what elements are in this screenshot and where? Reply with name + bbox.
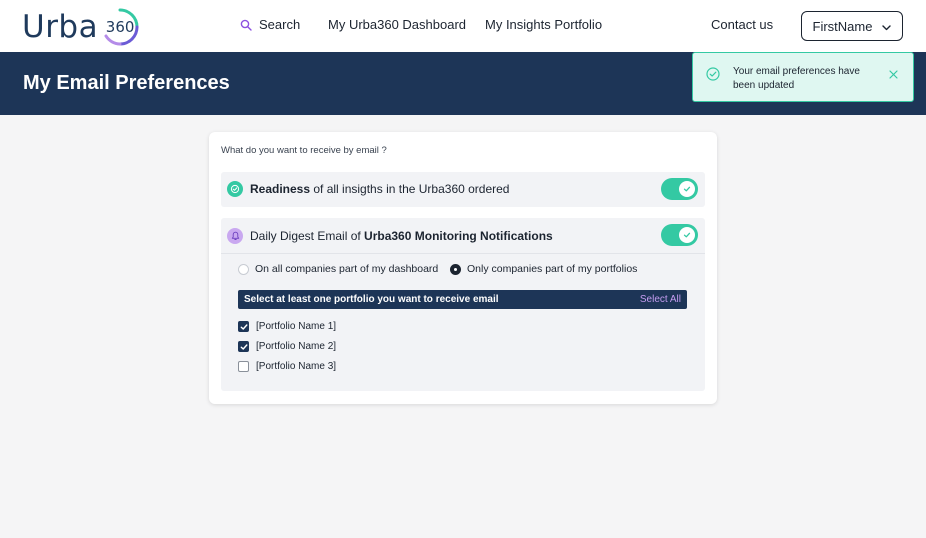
digest-label-prefix: Daily Digest Email of <box>250 229 365 243</box>
readiness-label: Readiness of all insigths in the Urba360… <box>250 182 509 196</box>
logo-ring: 360 <box>100 7 140 47</box>
chevron-down-icon <box>882 19 892 34</box>
nav-search-link[interactable]: Search <box>240 17 300 32</box>
select-all-link[interactable]: Select All <box>640 294 681 305</box>
user-menu-button[interactable]: FirstName <box>801 11 903 41</box>
nav-dashboard-link[interactable]: My Urba360 Dashboard <box>328 17 466 32</box>
portfolio-label-3: [Portfolio Name 3] <box>256 361 337 372</box>
scope-radio-dashboard-label: On all companies part of my dashboard <box>255 263 439 275</box>
check-circle-icon <box>227 181 243 197</box>
portfolio-label-2: [Portfolio Name 2] <box>256 341 337 352</box>
nav-search-label: Search <box>259 17 301 32</box>
checkbox-unchecked[interactable] <box>238 361 249 372</box>
divider <box>221 253 705 254</box>
top-navbar: Urba 360 Search My Urba360 Dashboard My … <box>0 0 926 52</box>
readiness-row: Readiness of all insigths in the Urba360… <box>221 172 705 207</box>
scope-radio-portfolios-label: Only companies part of my portfolios <box>467 263 638 275</box>
nav-contact-link[interactable]: Contact us <box>711 17 773 32</box>
preferences-question: What do you want to receive by email ? <box>221 145 387 156</box>
urba360-logo[interactable]: Urba 360 <box>22 6 140 48</box>
portfolio-checkbox-1[interactable]: [Portfolio Name 1] <box>238 321 336 332</box>
digest-label: Daily Digest Email of Urba360 Monitoring… <box>250 229 553 243</box>
radio-selected[interactable] <box>450 263 461 275</box>
toast-message: Your email preferences have been updated <box>733 66 860 91</box>
readiness-label-rest: of all insigths in the Urba360 ordered <box>310 182 510 196</box>
logo-text: Urba <box>22 9 99 45</box>
portfolio-select-bar: Select at least one portfolio you want t… <box>238 290 687 309</box>
nav-insights-link[interactable]: My Insights Portfolio <box>485 17 602 32</box>
user-name: FirstName <box>812 18 873 34</box>
scope-radio-portfolios[interactable]: Only companies part of my portfolios <box>450 263 637 275</box>
radio-unselected[interactable] <box>238 263 249 275</box>
check-circle-icon <box>706 67 720 86</box>
portfolio-select-prompt: Select at least one portfolio you want t… <box>244 294 499 305</box>
page-title: My Email Preferences <box>23 72 230 94</box>
close-icon[interactable] <box>889 66 898 84</box>
scope-radio-dashboard[interactable]: On all companies part of my dashboard <box>238 263 438 275</box>
check-icon <box>679 227 695 243</box>
portfolio-label-1: [Portfolio Name 1] <box>256 321 337 332</box>
checkbox-checked[interactable] <box>238 341 249 352</box>
checkbox-checked[interactable] <box>238 321 249 332</box>
logo-number: 360 <box>105 18 135 36</box>
preferences-card: What do you want to receive by email ? R… <box>209 132 717 404</box>
digest-label-bold: Urba360 Monitoring Notifications <box>364 229 553 243</box>
bell-icon <box>227 228 243 244</box>
readiness-toggle[interactable] <box>661 178 698 200</box>
digest-row: Daily Digest Email of Urba360 Monitoring… <box>221 218 705 391</box>
readiness-label-bold: Readiness <box>250 182 311 196</box>
portfolio-checkbox-2[interactable]: [Portfolio Name 2] <box>238 341 336 352</box>
success-toast: Your email preferences have been updated <box>692 52 914 102</box>
portfolio-checkbox-3[interactable]: [Portfolio Name 3] <box>238 361 336 372</box>
search-icon <box>240 19 252 31</box>
digest-toggle[interactable] <box>661 224 698 246</box>
check-icon <box>679 181 695 197</box>
